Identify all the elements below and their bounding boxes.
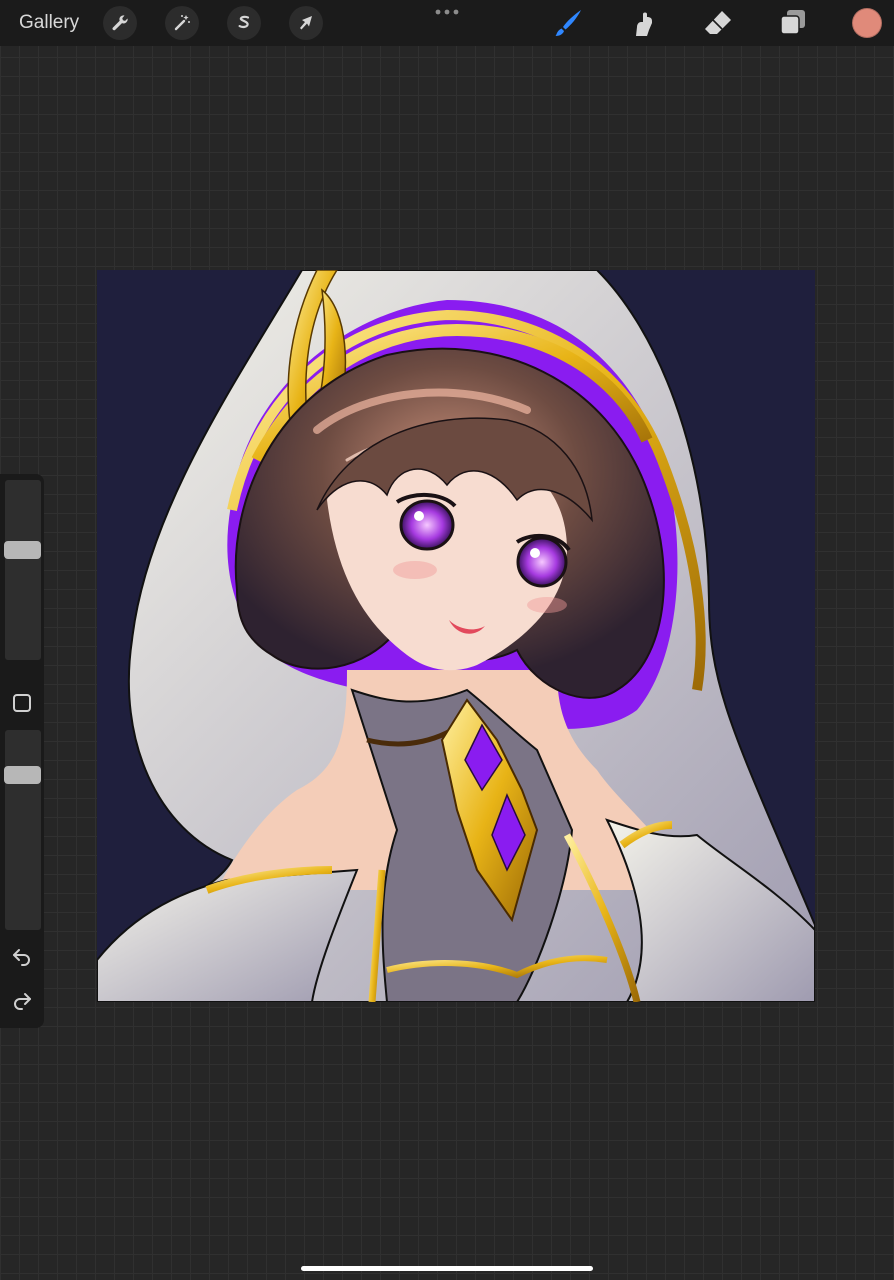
artwork-illustration <box>97 270 815 1002</box>
wrench-icon <box>112 15 128 31</box>
opacity-thumb[interactable] <box>4 766 41 784</box>
smudge-finger-icon[interactable] <box>627 7 659 39</box>
layers-icon[interactable] <box>777 7 809 39</box>
color-picker-button[interactable] <box>852 8 882 38</box>
opacity-slider[interactable] <box>4 730 41 930</box>
arrow-cursor-icon <box>300 16 312 30</box>
drawing-canvas[interactable] <box>97 270 815 1002</box>
actions-button[interactable] <box>103 6 137 40</box>
magic-wand-icon <box>174 15 190 31</box>
home-indicator[interactable] <box>301 1266 593 1271</box>
selection-button[interactable] <box>227 6 261 40</box>
brush-size-thumb[interactable] <box>4 541 41 559</box>
selection-s-icon <box>238 15 250 29</box>
side-toolbar <box>0 474 44 1028</box>
modify-button[interactable] <box>13 694 31 712</box>
transform-button[interactable] <box>289 6 323 40</box>
brush-icon[interactable] <box>552 7 584 39</box>
adjustments-button[interactable] <box>165 6 199 40</box>
redo-icon[interactable] <box>10 988 34 1012</box>
more-dots-icon[interactable] <box>434 4 460 20</box>
brush-size-slider[interactable] <box>4 480 41 660</box>
top-toolbar: Gallery <box>0 0 894 46</box>
gallery-button[interactable]: Gallery <box>19 12 79 34</box>
eraser-icon[interactable] <box>702 7 734 39</box>
undo-icon[interactable] <box>10 944 34 968</box>
